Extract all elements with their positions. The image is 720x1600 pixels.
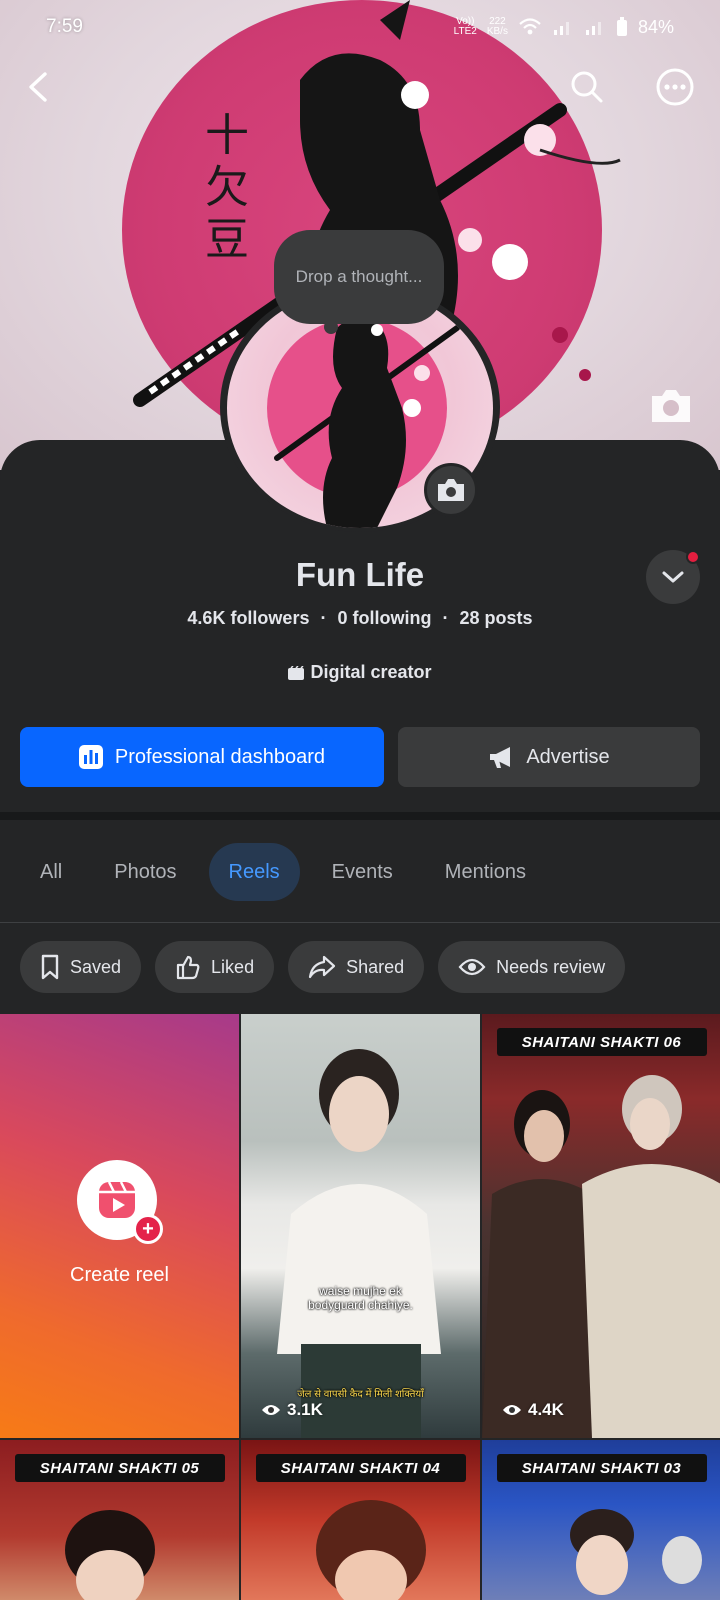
tab-mentions[interactable]: Mentions: [425, 843, 546, 901]
signal-icon: [553, 22, 569, 35]
category-label: Digital creator: [310, 662, 432, 682]
speed-unit: KB/s: [486, 26, 508, 37]
battery-percent: 84%: [637, 16, 674, 37]
cover-calligraphy: 十欠豆: [205, 110, 249, 265]
reel-title-tag: SHAITANI SHAKTI 04: [255, 1454, 466, 1482]
network-indicator: Vo)) LTE2: [454, 17, 477, 37]
battery-icon: [616, 17, 627, 36]
chip-label: Saved: [70, 956, 122, 977]
status-bar: 7:59 Vo)) LTE2 222 KB/s 84%: [0, 0, 720, 54]
tab-photos[interactable]: Photos: [94, 843, 196, 901]
profile-stats: 4.6K followers · 0 following · 28 posts: [0, 608, 720, 629]
posts-count[interactable]: 28 posts: [460, 608, 533, 628]
reels-icon: [99, 1181, 135, 1218]
chip-label: Needs review: [496, 956, 606, 977]
create-reel-label: Create reel: [70, 1264, 169, 1286]
plus-icon: +: [133, 1214, 163, 1244]
eye-icon: [503, 1405, 521, 1415]
chevron-down-icon: [662, 571, 684, 583]
stats-separator: ·: [320, 608, 327, 628]
dashboard-icon: [78, 745, 103, 769]
advertise-label: Advertise: [526, 745, 610, 768]
thought-placeholder: Drop a thought...: [295, 267, 423, 286]
professional-dashboard-button[interactable]: Professional dashboard: [20, 727, 384, 787]
reel-tile[interactable]: waise mujhe ek bodyguard chahiye. जेल से…: [241, 1014, 480, 1438]
reel-tile[interactable]: SHAITANI SHAKTI 06 4.4K: [482, 1014, 720, 1438]
views-count: 3.1K: [287, 1400, 323, 1419]
status-time: 7:59: [46, 16, 83, 37]
more-options-button[interactable]: [650, 62, 700, 112]
eye-icon: [262, 1405, 280, 1415]
profile-category: Digital creator: [0, 662, 720, 683]
chip-shared[interactable]: Shared: [288, 941, 425, 993]
camera-icon: [652, 390, 690, 422]
reel-tile[interactable]: SHAITANI SHAKTI 04: [241, 1440, 480, 1600]
stats-separator: ·: [442, 608, 449, 628]
reel-subtitle: waise mujhe ek bodyguard chahiye.: [241, 1284, 480, 1312]
network-bottom: LTE2: [453, 26, 477, 37]
profile-expand-button[interactable]: [646, 550, 700, 604]
search-button[interactable]: [562, 62, 612, 112]
reel-title-tag: SHAITANI SHAKTI 06: [496, 1028, 707, 1056]
reel-thumbnail: [482, 1075, 720, 1438]
subtitle-line: bodyguard chahiye.: [308, 1298, 413, 1312]
views-count: 4.4K: [528, 1400, 564, 1419]
create-reel-tile[interactable]: + Create reel: [0, 1014, 239, 1438]
tab-all[interactable]: All: [20, 843, 82, 901]
more-icon: [656, 68, 694, 106]
chip-label: Liked: [211, 956, 255, 977]
edit-cover-button[interactable]: [648, 386, 694, 426]
tab-label: Photos: [114, 860, 177, 883]
reel-filter-chips: Saved Liked Shared Needs review: [20, 941, 626, 993]
chip-saved[interactable]: Saved: [20, 941, 142, 993]
advertise-button[interactable]: Advertise: [398, 727, 700, 787]
tab-label: Reels: [228, 860, 280, 883]
share-icon: [308, 955, 336, 979]
tab-events[interactable]: Events: [312, 843, 413, 901]
chip-label: Shared: [346, 956, 405, 977]
reel-caption: जेल से वापसी कैद में मिली शक्तियाँ: [297, 1389, 424, 1400]
reel-views: 3.1K: [261, 1400, 323, 1420]
back-button[interactable]: [14, 62, 64, 112]
data-speed: 222 KB/s: [487, 17, 508, 37]
section-divider: [0, 812, 720, 820]
camera-icon: [438, 479, 464, 501]
reel-tile[interactable]: SHAITANI SHAKTI 05: [0, 1440, 239, 1600]
tab-label: All: [40, 860, 63, 883]
tab-reels[interactable]: Reels: [208, 843, 300, 901]
followers-count[interactable]: 4.6K followers: [187, 608, 309, 628]
content-tabs: All Photos Reels Events Mentions: [20, 842, 558, 902]
back-arrow-icon: [29, 72, 47, 102]
wifi-icon: [519, 18, 541, 35]
dashboard-label: Professional dashboard: [114, 745, 326, 768]
reel-thumbnail: [277, 1049, 441, 1438]
bookmark-icon: [41, 954, 59, 980]
profile-name: Fun Life: [295, 556, 425, 593]
reel-views: 4.4K: [502, 1400, 564, 1420]
drop-thought-bubble[interactable]: Drop a thought...: [274, 230, 444, 334]
eye-icon: [458, 958, 486, 976]
reel-title-tag: SHAITANI SHAKTI 03: [496, 1454, 707, 1482]
thumbs-up-icon: [176, 955, 200, 980]
tabs-divider: [0, 922, 720, 923]
notification-dot: [686, 550, 700, 564]
edit-avatar-button[interactable]: [424, 463, 478, 517]
tab-label: Events: [331, 860, 393, 883]
tab-label: Mentions: [444, 860, 526, 883]
reel-title-tag: SHAITANI SHAKTI 05: [14, 1454, 225, 1482]
subtitle-line: waise mujhe ek: [319, 1284, 402, 1298]
megaphone-icon: [490, 747, 511, 768]
chip-needs-review[interactable]: Needs review: [438, 941, 626, 993]
following-count[interactable]: 0 following: [338, 608, 432, 628]
search-icon: [571, 71, 603, 103]
signal-icon-2: [585, 22, 601, 35]
reel-tile[interactable]: SHAITANI SHAKTI 03: [482, 1440, 720, 1600]
chip-liked[interactable]: Liked: [155, 941, 275, 993]
clapperboard-icon: [288, 665, 305, 680]
